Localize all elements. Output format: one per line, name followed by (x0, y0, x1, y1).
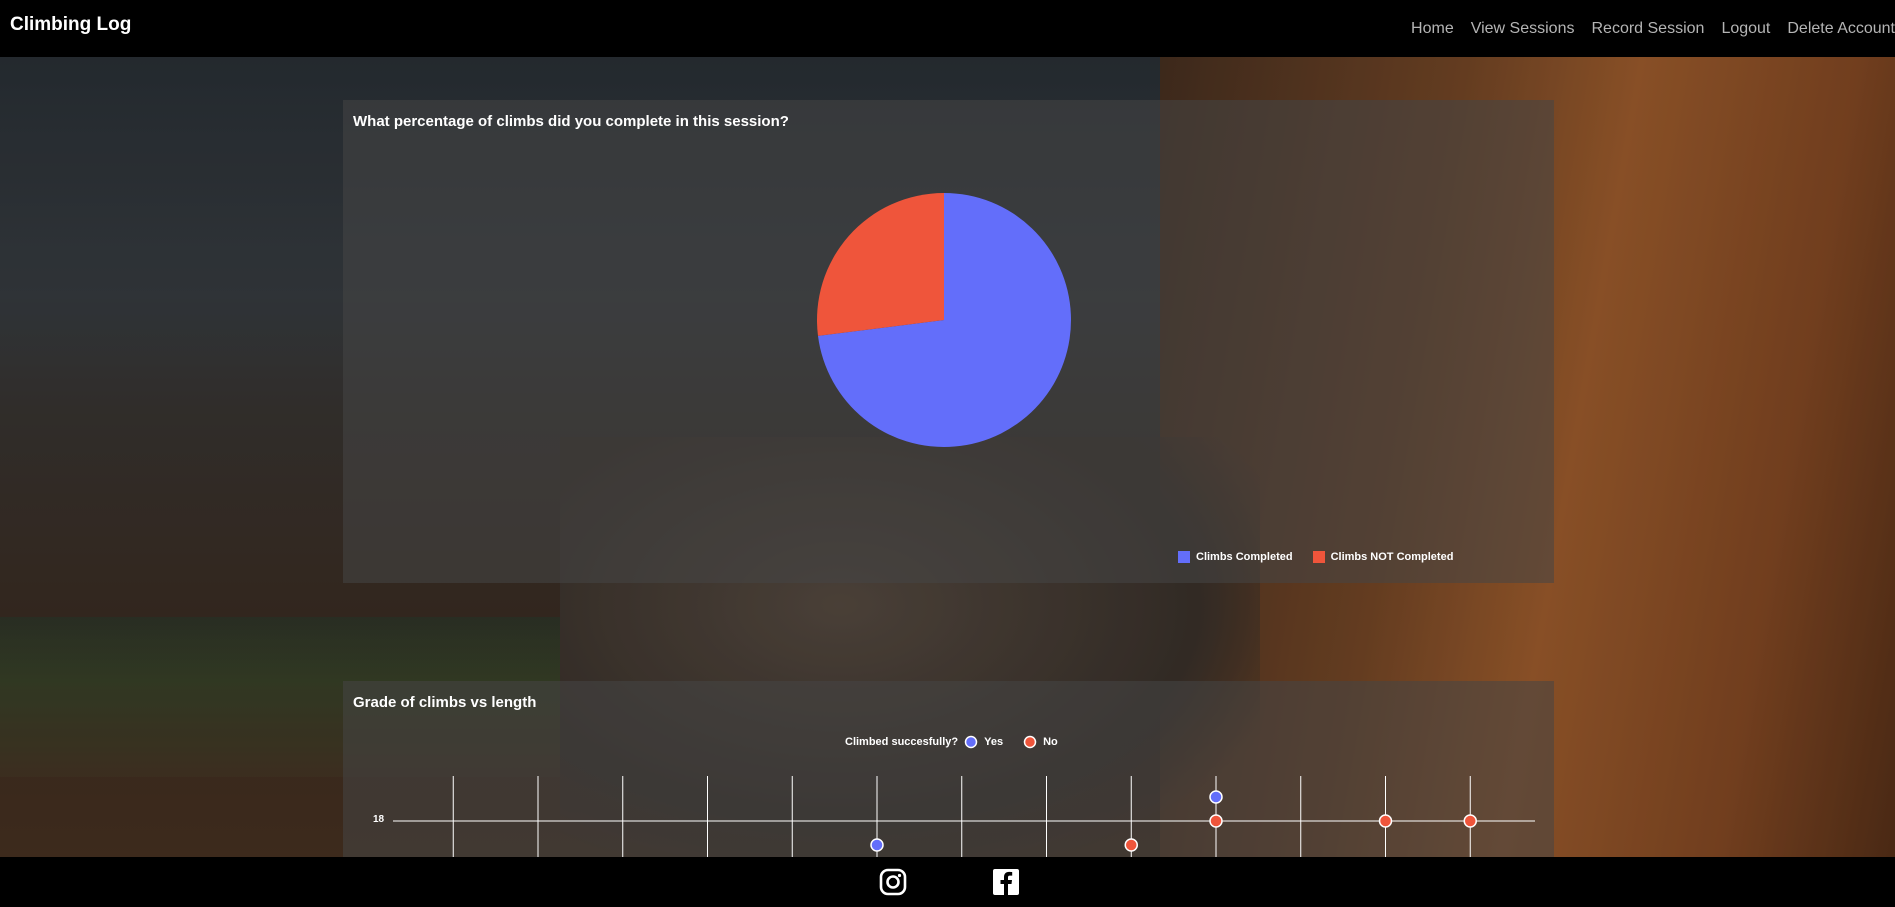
pie-chart-card: What percentage of climbs did you comple… (343, 100, 1554, 583)
scatter-chart-card: Grade of climbs vs length Climbed succes… (343, 681, 1554, 857)
scatter-point-yes[interactable] (870, 838, 884, 852)
instagram-icon[interactable] (878, 867, 908, 897)
pie-legend: Climbs Completed Climbs NOT Completed (1178, 551, 1453, 563)
legend-label-completed[interactable]: Climbs Completed (1196, 551, 1293, 563)
nav-record-session[interactable]: Record Session (1591, 20, 1704, 38)
brand-logo[interactable]: Climbing Log (10, 14, 131, 36)
scatter-point-no[interactable] (1209, 814, 1223, 828)
pie-slice-not-completed[interactable] (817, 193, 944, 336)
footer (0, 857, 1895, 907)
nav-view-sessions[interactable]: View Sessions (1471, 20, 1575, 38)
nav-links: Home View Sessions Record Session Logout… (1411, 20, 1895, 38)
top-navbar: Climbing Log Home View Sessions Record S… (0, 0, 1895, 57)
scatter-point-no[interactable] (1124, 838, 1138, 852)
y-tick-label: 18 (373, 814, 385, 825)
nav-delete-account[interactable]: Delete Account (1787, 20, 1895, 38)
legend-swatch-not-completed[interactable] (1312, 551, 1325, 563)
scatter-gridlines (393, 776, 1535, 857)
scatter-chart[interactable]: 18 (343, 681, 1554, 857)
legend-label-not-completed[interactable]: Climbs NOT Completed (1331, 551, 1454, 563)
facebook-icon[interactable] (991, 867, 1021, 897)
legend-swatch-completed[interactable] (1178, 551, 1190, 563)
scatter-point-yes[interactable] (1209, 790, 1223, 804)
scatter-point-no[interactable] (1463, 814, 1477, 828)
scatter-point-no[interactable] (1378, 814, 1393, 828)
nav-home[interactable]: Home (1411, 20, 1454, 38)
nav-logout[interactable]: Logout (1721, 20, 1770, 38)
pie-chart[interactable] (343, 100, 1554, 583)
